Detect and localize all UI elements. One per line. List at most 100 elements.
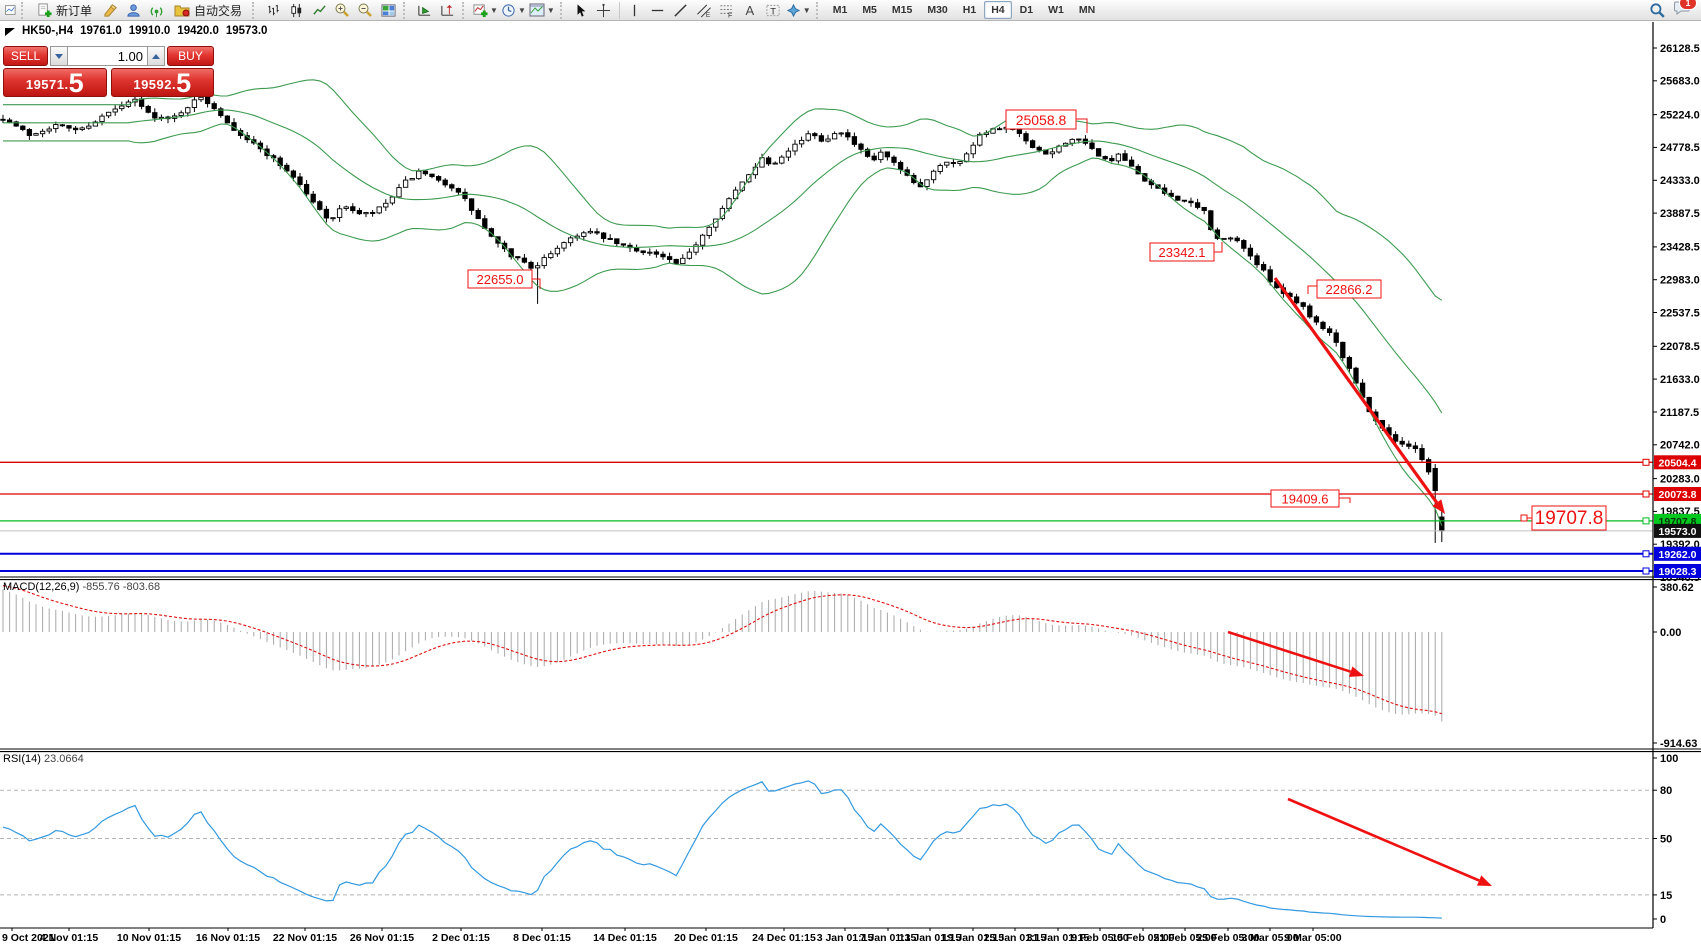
notifications-button[interactable]: 1 xyxy=(1674,0,1691,20)
crosshair-tool-button[interactable] xyxy=(593,1,615,20)
chart-shift-button[interactable] xyxy=(436,1,458,20)
indicators-dropdown[interactable]: ▼ xyxy=(472,1,499,20)
line-chart-icon xyxy=(312,3,327,18)
ohlc-high: 19910.0 xyxy=(129,25,171,37)
horizontal-line-tool-button[interactable] xyxy=(647,1,669,20)
text-label-tool-button[interactable]: T xyxy=(762,1,784,20)
vertical-line-tool-button[interactable] xyxy=(624,1,646,20)
community-button[interactable] xyxy=(122,1,144,20)
timeframe-m30-button[interactable]: M30 xyxy=(920,1,954,19)
timeframe-m15-button[interactable]: M15 xyxy=(885,1,919,19)
sell-button[interactable]: SELL xyxy=(3,46,48,66)
chart-info: HK50-,H4 19761.0 19910.0 19420.0 19573.0 xyxy=(5,25,267,37)
price-tick-label: 24778.5 xyxy=(1660,142,1700,154)
timeframe-m1-button[interactable]: M1 xyxy=(826,1,855,19)
line-handle xyxy=(1643,459,1649,465)
search-button[interactable] xyxy=(1646,1,1668,20)
price-axis[interactable]: 26128.525683.025224.024778.524333.023887… xyxy=(1653,43,1701,584)
svg-text:T: T xyxy=(770,6,776,16)
timeframe-m5-button[interactable]: M5 xyxy=(855,1,884,19)
chart-shift-icon xyxy=(440,3,455,18)
volume-input[interactable] xyxy=(68,46,147,66)
rsi-tick-label: 50 xyxy=(1660,834,1672,846)
annotation-text: 25058.8 xyxy=(1016,112,1067,128)
equidistant-channel-tool-button[interactable]: E xyxy=(693,1,715,20)
arrow-down-icon xyxy=(55,54,63,59)
periods-dropdown[interactable]: ▼ xyxy=(500,1,527,20)
time-tick-label: 22 Nov 01:15 xyxy=(273,932,337,944)
chart-plot[interactable]: 25058.823342.122866.222655.019409.619707… xyxy=(0,22,1701,944)
time-tick-label: 24 Dec 01:15 xyxy=(752,932,816,944)
volume-decrease-button[interactable] xyxy=(50,46,68,66)
price-tick-label: 21633.0 xyxy=(1660,374,1700,386)
timeframe-w1-button[interactable]: W1 xyxy=(1041,1,1071,19)
time-tick-label: 10 Nov 01:15 xyxy=(117,932,181,944)
buy-price-button[interactable]: 19592. 5 xyxy=(111,68,215,97)
fibonacci-tool-button[interactable]: F xyxy=(716,1,738,20)
community-icon xyxy=(126,3,141,18)
notification-badge: 1 xyxy=(1679,0,1697,10)
zoom-in-button[interactable] xyxy=(331,1,353,20)
cursor-icon xyxy=(574,3,588,18)
annotation-text: 23342.1 xyxy=(1159,245,1206,260)
time-tick-label: 14 Dec 01:15 xyxy=(593,932,657,944)
line-chart-type-button[interactable] xyxy=(308,1,330,20)
price-tick-label: 25683.0 xyxy=(1660,76,1700,88)
bar-chart-type-button[interactable] xyxy=(262,1,284,20)
timeframe-h1-button[interactable]: H1 xyxy=(956,1,983,19)
trendline-tool-button[interactable] xyxy=(670,1,692,20)
price-badge-text: 19262.0 xyxy=(1659,549,1697,561)
text-label-icon: T xyxy=(765,3,781,18)
annotation-connector xyxy=(1339,498,1350,503)
add-indicator-icon xyxy=(473,3,488,18)
price-tick-label: 22983.0 xyxy=(1660,275,1700,287)
fibonacci-icon: F xyxy=(719,3,735,18)
zoom-out-icon xyxy=(357,2,373,18)
mt4-application-window: 新订单 自动交易 xyxy=(0,0,1701,944)
line-handle xyxy=(1643,568,1649,574)
macd-tick-label: -914.63 xyxy=(1660,738,1697,750)
tile-windows-button[interactable] xyxy=(377,1,399,20)
autotrading-button[interactable]: 自动交易 xyxy=(168,1,248,20)
volume-increase-button[interactable] xyxy=(147,46,165,66)
search-icon xyxy=(1649,2,1666,19)
rsi-name: RSI(14) xyxy=(3,753,41,765)
rsi-line xyxy=(3,781,1442,918)
horizontal-lines-layer[interactable] xyxy=(0,459,1653,574)
text-tool-button[interactable]: A xyxy=(739,1,761,20)
price-tick-label: 20742.0 xyxy=(1660,440,1700,452)
toolbar-grip xyxy=(816,2,823,19)
price-badge-text: 19573.0 xyxy=(1659,526,1697,538)
auto-scroll-button[interactable] xyxy=(413,1,435,20)
arrows-shapes-icon xyxy=(786,3,801,18)
new-order-label: 新订单 xyxy=(56,2,92,19)
templates-dropdown[interactable]: ▼ xyxy=(528,1,556,20)
new-order-button[interactable]: 新订单 xyxy=(31,1,98,20)
time-axis[interactable]: 9 Oct 20214 Nov 01:1510 Nov 01:1516 Nov … xyxy=(2,928,1342,944)
annotation-text: 22866.2 xyxy=(1326,282,1373,297)
zoom-out-button[interactable] xyxy=(354,1,376,20)
chart-window-icon[interactable] xyxy=(1,1,17,20)
indicator-axes[interactable]: 380.620.00-914.631008050150 xyxy=(1653,582,1697,926)
arrows-tool-dropdown[interactable]: ▼ xyxy=(785,1,812,20)
template-icon xyxy=(529,3,545,17)
cursor-tool-button[interactable] xyxy=(570,1,592,20)
auto-scroll-icon xyxy=(417,3,432,18)
metaeditor-button[interactable] xyxy=(99,1,121,20)
timeframe-h4-button[interactable]: H4 xyxy=(984,1,1011,19)
rsi-tick-label: 15 xyxy=(1660,890,1672,902)
tile-windows-icon xyxy=(381,3,396,18)
candlestick-chart-type-button[interactable] xyxy=(285,1,307,20)
one-click-toggle-icon[interactable] xyxy=(5,28,15,36)
buy-button[interactable]: BUY xyxy=(167,46,214,66)
timeframe-d1-button[interactable]: D1 xyxy=(1013,1,1040,19)
svg-text:F: F xyxy=(728,12,732,17)
crosshair-icon xyxy=(596,3,611,18)
trend-arrows-layer[interactable] xyxy=(1228,278,1492,886)
signals-button[interactable] xyxy=(145,1,167,20)
zoom-in-icon xyxy=(334,2,350,18)
signals-icon xyxy=(149,3,164,18)
sell-price-button[interactable]: 19571. 5 xyxy=(3,68,107,97)
timeframe-mn-button[interactable]: MN xyxy=(1072,1,1102,19)
price-tick-label: 25224.0 xyxy=(1660,109,1700,121)
